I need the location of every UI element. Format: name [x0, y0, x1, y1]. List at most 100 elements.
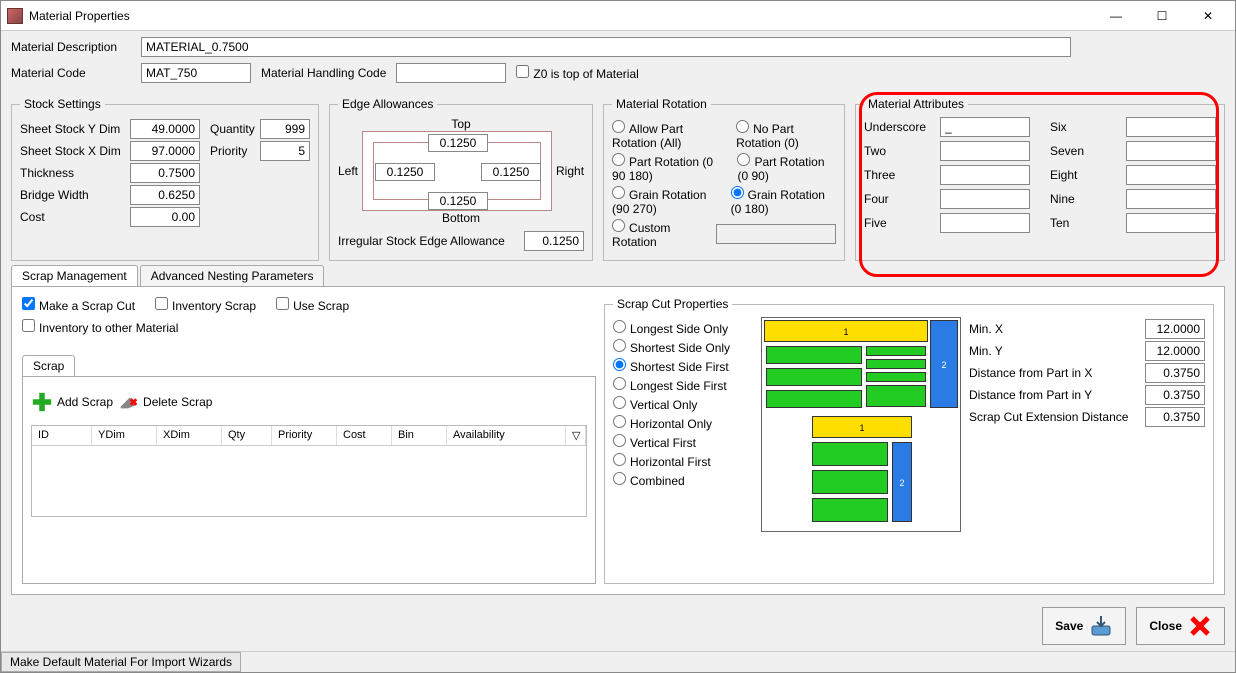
rot-090-radio[interactable]: [737, 153, 750, 166]
thickness-input[interactable]: [130, 163, 200, 183]
irregular-allowance-label: Irregular Stock Edge Allowance: [338, 234, 520, 248]
cut-shortfirst-radio[interactable]: [613, 358, 626, 371]
material-code-label: Material Code: [11, 66, 131, 80]
handling-code-label: Material Handling Code: [261, 66, 386, 80]
maximize-button[interactable]: ☐: [1139, 4, 1185, 28]
rotation-legend: Material Rotation: [612, 97, 711, 111]
bridge-input[interactable]: [130, 185, 200, 205]
col-availability[interactable]: Availability: [447, 426, 566, 445]
qty-input[interactable]: [260, 119, 310, 139]
delete-scrap-button[interactable]: Delete Scrap: [143, 395, 212, 409]
edge-top-input[interactable]: [428, 134, 488, 152]
z0-checkbox[interactable]: [516, 65, 529, 78]
make-default-button[interactable]: Make Default Material For Import Wizards: [1, 652, 241, 672]
use-scrap-checkbox[interactable]: [276, 297, 289, 310]
col-qty[interactable]: Qty: [222, 426, 272, 445]
attr-six-input[interactable]: [1126, 117, 1216, 137]
minimize-button[interactable]: —: [1093, 4, 1139, 28]
col-priority[interactable]: Priority: [272, 426, 337, 445]
cut-vertfirst-radio[interactable]: [613, 434, 626, 447]
attr-four-input[interactable]: [940, 189, 1030, 209]
col-cost[interactable]: Cost: [337, 426, 392, 445]
edge-left-input[interactable]: [375, 163, 435, 181]
attr-five-input[interactable]: [940, 213, 1030, 233]
stock-settings-group: Stock Settings Sheet Stock Y Dim Sheet S…: [11, 97, 319, 261]
cut-vertonly-radio[interactable]: [613, 396, 626, 409]
attr-eight-input[interactable]: [1126, 165, 1216, 185]
attr-three-input[interactable]: [940, 165, 1030, 185]
save-icon: [1089, 614, 1113, 638]
priority-label: Priority: [210, 144, 260, 158]
tab-scrap-management[interactable]: Scrap Management: [11, 265, 138, 286]
close-button[interactable]: Close: [1136, 607, 1225, 645]
ydim-label: Sheet Stock Y Dim: [20, 122, 130, 136]
material-code-input[interactable]: [141, 63, 251, 83]
material-description-label: Material Description: [11, 40, 131, 54]
dpx-input[interactable]: [1145, 363, 1205, 383]
cut-shortonly-radio[interactable]: [613, 339, 626, 352]
cut-combined-radio[interactable]: [613, 472, 626, 485]
edge-right-label: Right: [556, 164, 584, 178]
cut-horizfirst-radio[interactable]: [613, 453, 626, 466]
tab-panel: Make a Scrap Cut Inventory Scrap Use Scr…: [11, 287, 1225, 595]
scrap-cut-properties-group: Scrap Cut Properties Longest Side Only S…: [604, 297, 1214, 584]
attributes-legend: Material Attributes: [864, 97, 968, 111]
rot-grain90270-radio[interactable]: [612, 186, 625, 199]
ext-label: Scrap Cut Extension Distance: [969, 410, 1139, 424]
edge-diagram: [362, 131, 552, 211]
attr-seven-input[interactable]: [1126, 141, 1216, 161]
thickness-label: Thickness: [20, 166, 130, 180]
col-bin[interactable]: Bin: [392, 426, 447, 445]
priority-input[interactable]: [260, 141, 310, 161]
add-scrap-button[interactable]: Add Scrap: [57, 395, 113, 409]
col-ydim[interactable]: YDim: [92, 426, 157, 445]
plus-icon: [31, 391, 53, 413]
xdim-input[interactable]: [130, 141, 200, 161]
close-window-button[interactable]: ✕: [1185, 4, 1231, 28]
cost-input[interactable]: [130, 207, 200, 227]
z0-checkbox-label[interactable]: Z0 is top of Material: [516, 65, 638, 81]
tab-advanced-nesting[interactable]: Advanced Nesting Parameters: [140, 265, 325, 286]
material-attributes-group: Material Attributes Underscore Six Two S…: [855, 97, 1225, 261]
ydim-input[interactable]: [130, 119, 200, 139]
content: Material Description Material Code Mater…: [1, 31, 1235, 601]
close-icon: [1188, 614, 1212, 638]
attr-underscore-input[interactable]: [940, 117, 1030, 137]
ext-input[interactable]: [1145, 407, 1205, 427]
minx-input[interactable]: [1145, 319, 1205, 339]
save-button[interactable]: Save: [1042, 607, 1126, 645]
rot-all-radio[interactable]: [612, 120, 625, 133]
cutprops-legend: Scrap Cut Properties: [613, 297, 732, 311]
cut-horizonly-radio[interactable]: [613, 415, 626, 428]
rot-grain0180-radio[interactable]: [731, 186, 744, 199]
attr-ten-input[interactable]: [1126, 213, 1216, 233]
edge-right-input[interactable]: [481, 163, 541, 181]
inventory-other-checkbox[interactable]: [22, 319, 35, 332]
dpy-input[interactable]: [1145, 385, 1205, 405]
material-description-input[interactable]: [141, 37, 1071, 57]
col-sort-icon[interactable]: ▽: [566, 426, 586, 445]
tab-scrap[interactable]: Scrap: [22, 355, 75, 376]
titlebar: Material Properties — ☐ ✕: [1, 1, 1235, 31]
rot-090180-radio[interactable]: [612, 153, 625, 166]
irregular-allowance-input[interactable]: [524, 231, 584, 251]
cut-longfirst-radio[interactable]: [613, 377, 626, 390]
bridge-label: Bridge Width: [20, 188, 130, 202]
app-icon: [7, 8, 23, 24]
edge-bottom-input[interactable]: [428, 192, 488, 210]
miny-input[interactable]: [1145, 341, 1205, 361]
rot-custom-radio[interactable]: [612, 219, 625, 232]
col-xdim[interactable]: XDim: [157, 426, 222, 445]
make-scrap-cut-checkbox[interactable]: [22, 297, 35, 310]
edge-bottom-label: Bottom: [338, 211, 584, 225]
rot-none-radio[interactable]: [736, 120, 749, 133]
attr-nine-input[interactable]: [1126, 189, 1216, 209]
scrap-table: ID YDim XDim Qty Priority Cost Bin Avail…: [31, 425, 587, 517]
attr-two-input[interactable]: [940, 141, 1030, 161]
cut-longonly-radio[interactable]: [613, 320, 626, 333]
bottom-bar: Save Close: [1, 601, 1235, 651]
cut-diagram: 1 2 1 2: [761, 317, 961, 532]
inventory-scrap-checkbox[interactable]: [155, 297, 168, 310]
handling-code-input[interactable]: [396, 63, 506, 83]
col-id[interactable]: ID: [32, 426, 92, 445]
